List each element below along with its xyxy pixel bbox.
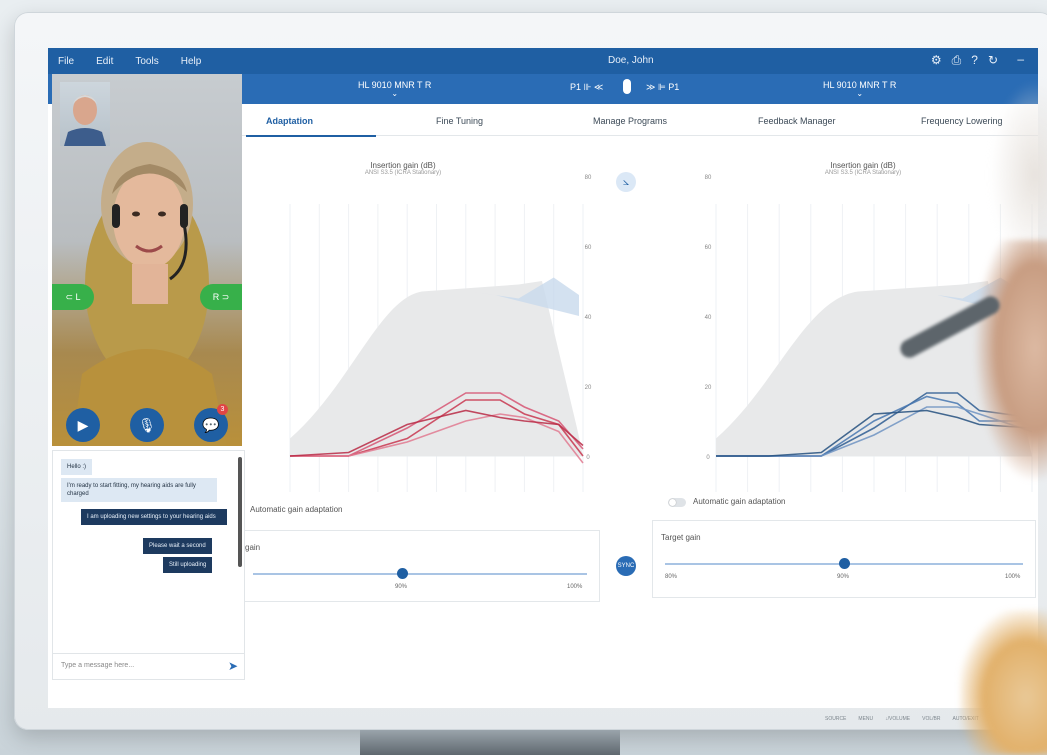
tab-manage-programs[interactable]: Manage Programs: [593, 116, 667, 126]
chat-panel: Hello :) I'm ready to start fitting, my …: [52, 450, 245, 680]
monitor-buttons: SOURCE MENU ↓/VOLUME VOL/BR AUTO/EXIT: [825, 716, 979, 722]
menu-help[interactable]: Help: [181, 56, 202, 67]
print-icon[interactable]: ⎙: [952, 53, 962, 68]
slider-knob-left[interactable]: [397, 568, 408, 579]
device-selector-right[interactable]: HL 9010 MNR T R ⌄: [823, 80, 896, 98]
y-tick-label: 60: [705, 245, 712, 251]
program-left[interactable]: P1 ⊪ ≪: [570, 82, 603, 93]
y-tick-label: 0: [586, 455, 590, 461]
y-tick-label: 80: [585, 175, 592, 181]
help-icon[interactable]: ?: [971, 53, 978, 68]
right-hearing-aid-button[interactable]: R ⊃: [200, 284, 242, 310]
chat-input[interactable]: Type a message here...: [53, 653, 244, 679]
slider-min-right: 80%: [665, 574, 678, 580]
video-call-panel: ⊂ L R ⊃ ▶ 🎙 💬 3: [52, 74, 242, 446]
hearing-aid-icon: [623, 79, 631, 94]
chevron-down-icon: ⌄: [856, 89, 864, 98]
auto-gain-label-right: Automatic gain adaptation: [693, 497, 786, 506]
y-tick-label: 0: [706, 455, 710, 461]
chat-message: I'm ready to start fitting, my hearing a…: [61, 478, 217, 502]
chevron-down-icon: ⌄: [391, 89, 399, 98]
patient-thumbnail[interactable]: [60, 82, 110, 146]
monitor-button-volume[interactable]: ↓/VOLUME: [885, 716, 910, 722]
menu-file[interactable]: File: [58, 56, 74, 67]
tab-feedback-manager[interactable]: Feedback Manager: [758, 116, 836, 126]
camera-icon[interactable]: ▶: [66, 408, 100, 442]
chat-message: Hello :): [61, 459, 93, 475]
target-area: [290, 281, 583, 456]
slider-value-left: 90%: [395, 584, 408, 590]
auto-gain-toggle-right[interactable]: [668, 498, 686, 507]
menu-bar: File Edit Tools Help Doe, John ⚙ ⎙ ? ↻ –: [48, 48, 1038, 74]
active-tab-indicator: [246, 135, 376, 137]
slider-knob-right[interactable]: [839, 558, 850, 569]
insertion-gain-chart-left: 0204060802505001k2k4k8kHz: [289, 175, 592, 492]
monitor-button-source[interactable]: SOURCE: [825, 716, 846, 722]
sync-icon[interactable]: ↻: [988, 53, 998, 68]
menu-tools[interactable]: Tools: [135, 56, 158, 67]
device-selector-left[interactable]: HL 9010 MNR T R ⌄: [358, 80, 431, 98]
slider-value-right: 90%: [837, 574, 850, 580]
microphone-icon[interactable]: 🎙: [130, 408, 164, 442]
chat-scrollbar[interactable]: [238, 457, 242, 567]
tab-bar: Adaptation Fine Tuning Manage Programs F…: [238, 104, 1038, 136]
chat-message: I am uploading new settings to your hear…: [81, 509, 227, 525]
slider-max-left: 100%: [567, 584, 583, 590]
y-tick-label: 40: [705, 315, 712, 321]
target-gain-panel-right: Target gain 80% 90% 100%: [652, 520, 1036, 598]
monitor-button-menu[interactable]: MENU: [858, 716, 873, 722]
chat-message: Please wait a second: [143, 538, 212, 554]
menu-edit[interactable]: Edit: [96, 56, 113, 67]
tab-fine-tuning[interactable]: Fine Tuning: [436, 116, 483, 126]
target-gain-label-right: Target gain: [661, 533, 701, 542]
auto-gain-label-left: Automatic gain adaptation: [250, 505, 343, 514]
minimize-button[interactable]: –: [1017, 52, 1024, 66]
y-tick-label: 80: [705, 175, 712, 181]
foreground-shoulder: [960, 610, 1047, 755]
foreground-person: [975, 240, 1047, 480]
chat-input-placeholder: Type a message here...: [61, 662, 135, 669]
y-tick-label: 60: [585, 245, 592, 251]
gear-icon[interactable]: ⚙: [931, 53, 942, 68]
y-tick-label: 20: [705, 385, 712, 391]
chat-badge: 3: [217, 404, 228, 415]
slider-track-left[interactable]: [253, 573, 587, 575]
patient-video: [64, 95, 106, 146]
window-title: Doe, John: [608, 55, 654, 66]
chat-message: Still uploading: [163, 557, 213, 573]
sync-button[interactable]: SYNC: [616, 556, 636, 576]
tab-adaptation[interactable]: Adaptation: [266, 116, 313, 126]
slider-max-right: 100%: [1005, 574, 1021, 580]
program-right[interactable]: ≫ ⊫ P1: [646, 82, 679, 93]
y-tick-label: 40: [585, 315, 592, 321]
send-icon[interactable]: ➤: [228, 659, 238, 673]
left-hearing-aid-button[interactable]: ⊂ L: [52, 284, 94, 310]
graph-view-icon[interactable]: ⦣: [616, 172, 636, 192]
y-tick-label: 20: [585, 385, 592, 391]
monitor-button-vol-br[interactable]: VOL/BR: [922, 716, 940, 722]
target-gain-label-left: gain: [245, 543, 261, 552]
monitor-stand: [360, 730, 620, 755]
target-gain-panel-left: gain 90% 100%: [240, 530, 600, 602]
